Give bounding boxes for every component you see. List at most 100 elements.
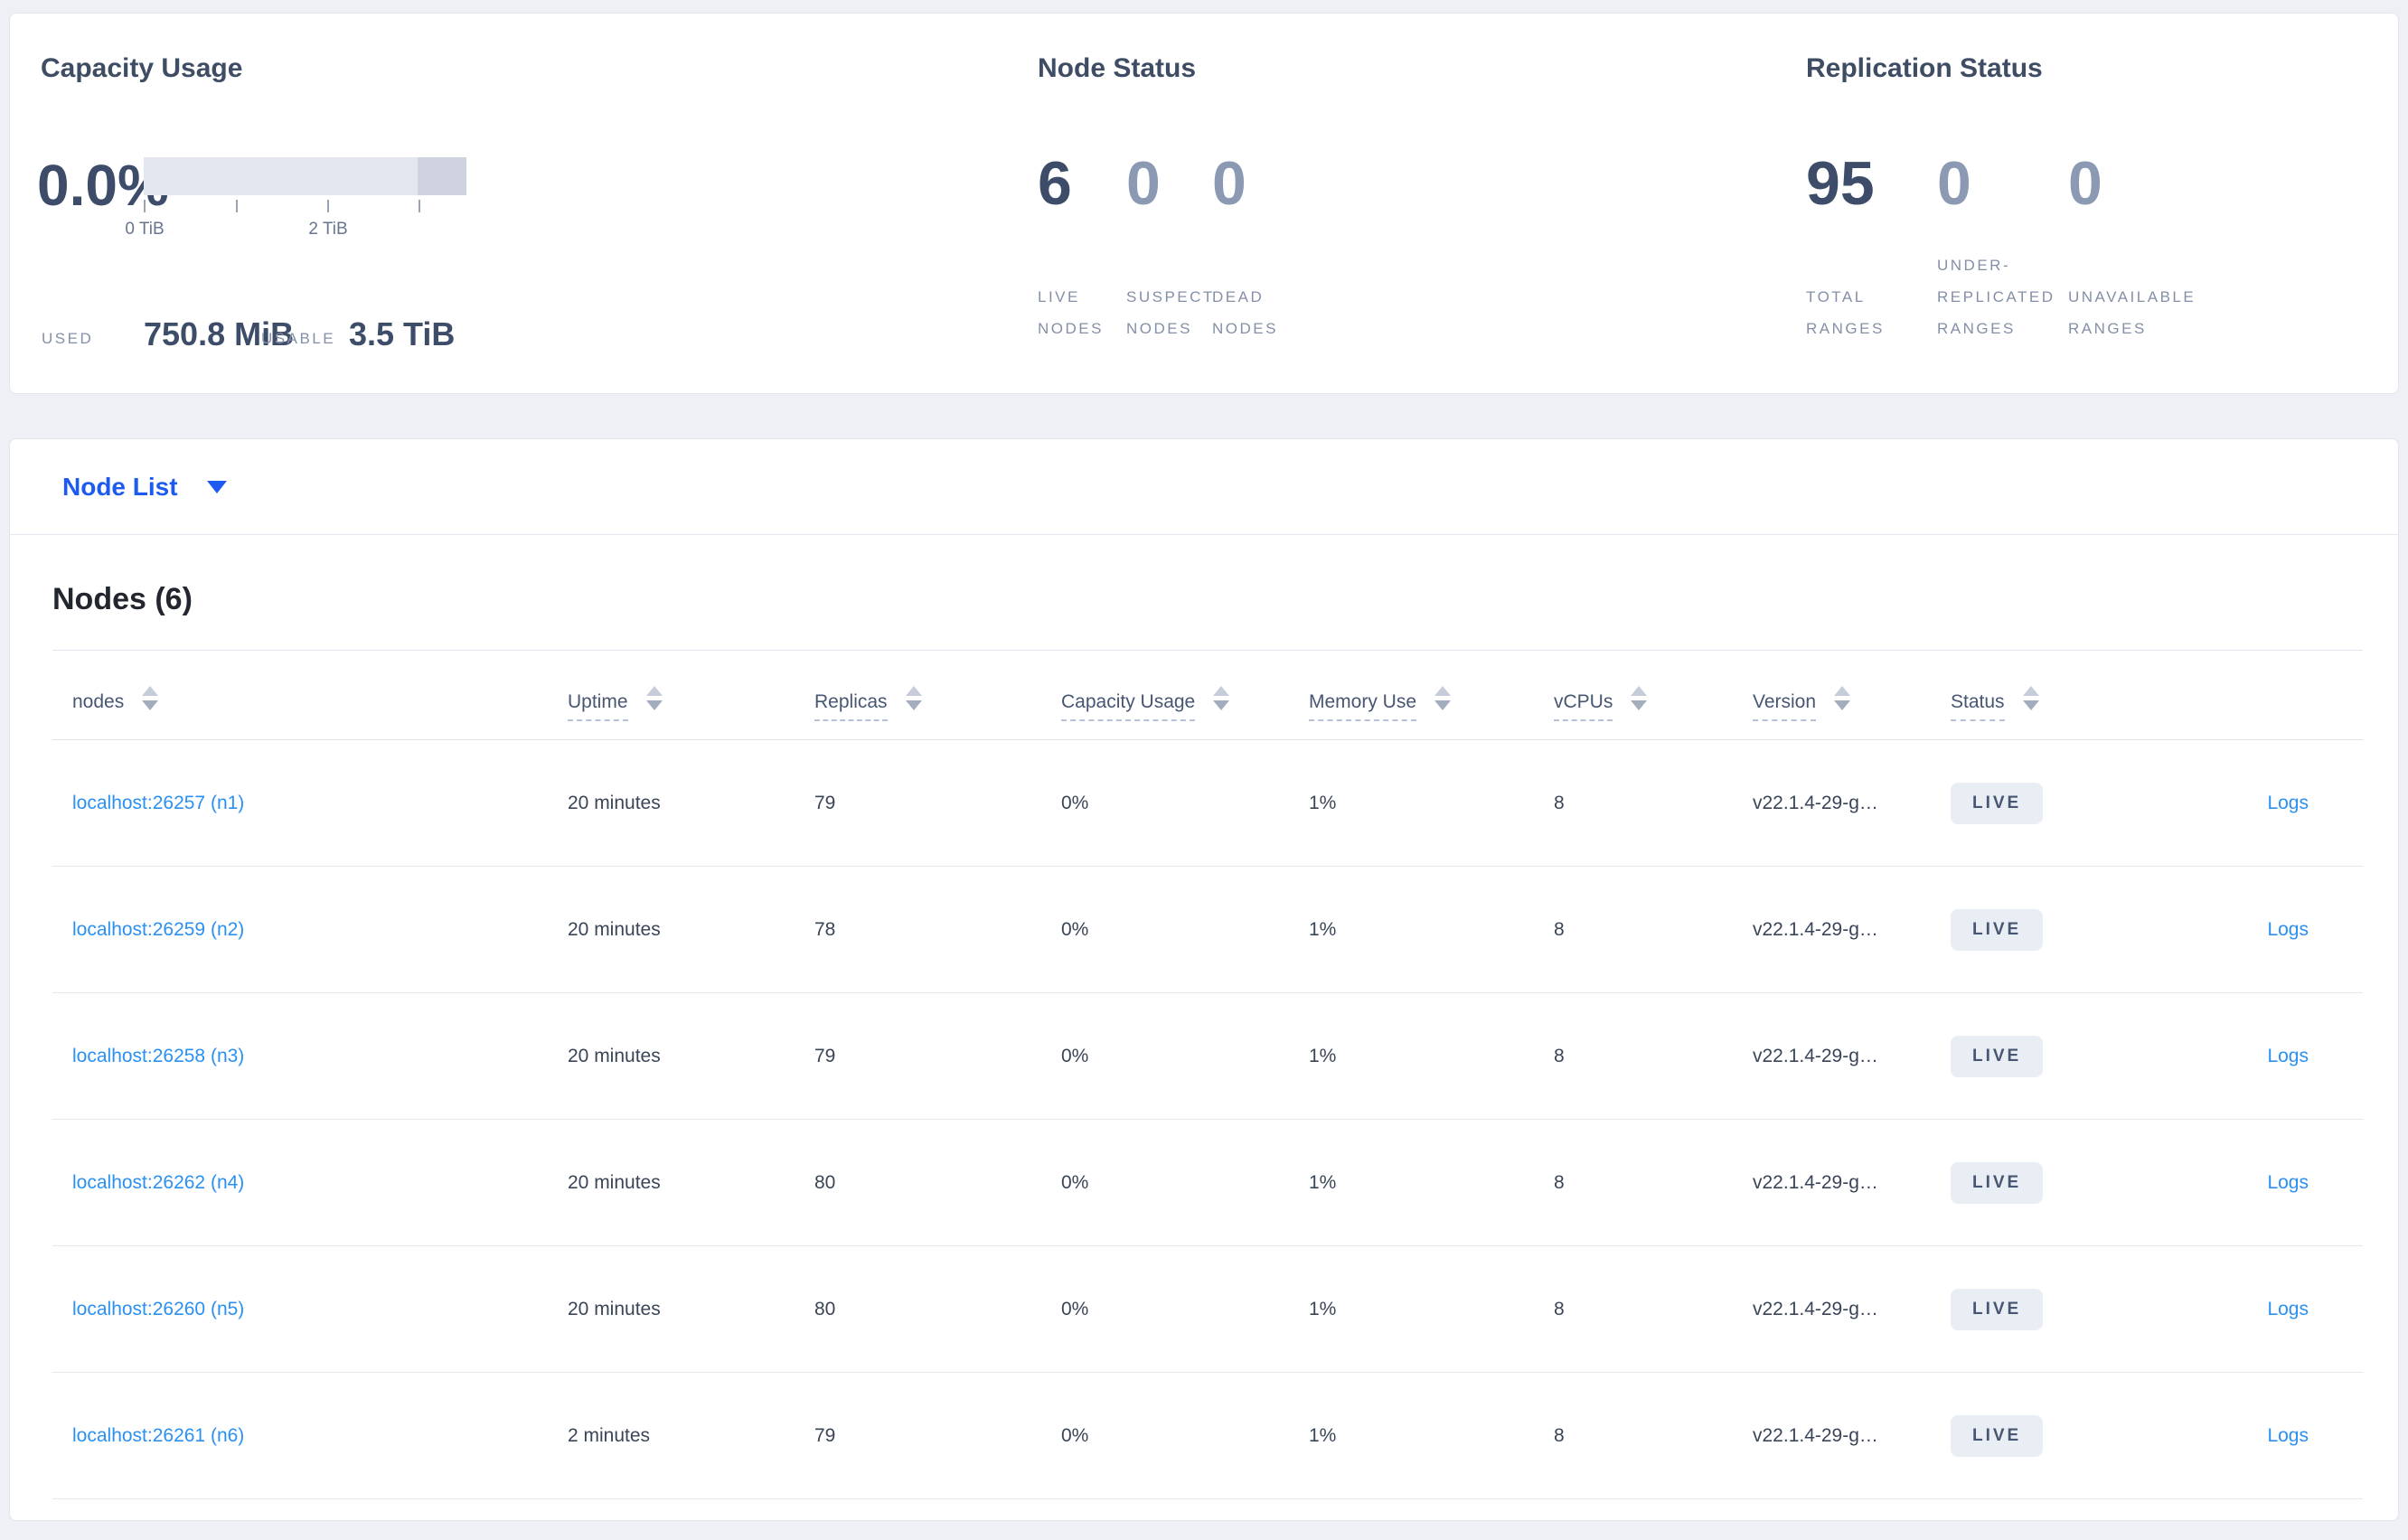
vcpus-cell: 8: [1554, 918, 1565, 940]
unavailable-ranges-label: UNAVAILABLE RANGES: [2068, 288, 2196, 337]
sort-icon[interactable]: [1631, 686, 1648, 710]
column-header-uptime[interactable]: Uptime: [568, 686, 814, 721]
vcpus-cell: 8: [1554, 1298, 1565, 1319]
uptime-cell: 20 minutes: [568, 792, 661, 813]
node-list-dropdown[interactable]: Node List: [10, 439, 2398, 535]
dead-nodes-label: DEAD NODES: [1212, 288, 1278, 337]
status-badge: LIVE: [1951, 782, 2044, 824]
uptime-cell: 20 minutes: [568, 918, 661, 940]
replicas-cell: 79: [814, 792, 836, 813]
column-header-memory-use[interactable]: Memory Use: [1309, 686, 1554, 721]
total-ranges-count: 95: [1806, 149, 1875, 218]
version-cell: v22.1.4-29-g…: [1753, 1424, 1878, 1446]
uptime-cell: 20 minutes: [568, 1045, 661, 1066]
logs-link[interactable]: Logs: [2267, 919, 2309, 940]
replicas-cell: 79: [814, 1045, 836, 1066]
table-row: localhost:26259 (n2) 20 minutes 78 0% 1%…: [52, 867, 2363, 993]
version-cell: v22.1.4-29-g…: [1753, 792, 1878, 813]
column-header-vcpus[interactable]: vCPUs: [1554, 686, 1753, 721]
status-badge: LIVE: [1951, 908, 2044, 951]
node-link[interactable]: localhost:26258 (n3): [72, 1046, 244, 1066]
suspect-nodes-label: SUSPECT NODES: [1126, 288, 1215, 337]
suspect-nodes-stat: 0 SUSPECT NODES: [1126, 149, 1215, 344]
capacity-axis-label-0: 0 TiB: [125, 220, 165, 239]
logs-link[interactable]: Logs: [2267, 1299, 2309, 1319]
sort-icon[interactable]: [1213, 686, 1230, 710]
logs-link[interactable]: Logs: [2267, 1172, 2309, 1193]
under-replicated-ranges-count: 0: [1937, 149, 1971, 218]
logs-link[interactable]: Logs: [2267, 793, 2309, 813]
capacity-cell: 0%: [1061, 1298, 1089, 1319]
capacity-usable-label: USABLE: [261, 330, 336, 347]
capacity-axis-tick: [236, 200, 238, 212]
column-header-status[interactable]: Status: [1951, 686, 2149, 721]
sort-icon[interactable]: [1434, 686, 1452, 710]
uptime-cell: 20 minutes: [568, 1171, 661, 1193]
vcpus-cell: 8: [1554, 1424, 1565, 1446]
capacity-cell: 0%: [1061, 792, 1089, 813]
capacity-axis-tick: [327, 200, 329, 212]
node-link[interactable]: localhost:26257 (n1): [72, 793, 244, 813]
capacity-cell: 0%: [1061, 1171, 1089, 1193]
logs-link[interactable]: Logs: [2267, 1046, 2309, 1066]
memory-cell: 1%: [1309, 918, 1337, 940]
column-header-nodes[interactable]: nodes: [52, 686, 568, 721]
logs-link[interactable]: Logs: [2267, 1425, 2309, 1446]
version-cell: v22.1.4-29-g…: [1753, 918, 1878, 940]
dead-nodes-stat: 0 DEAD NODES: [1212, 153, 1321, 344]
sort-icon[interactable]: [142, 686, 159, 710]
total-ranges-label: TOTAL RANGES: [1806, 288, 1885, 337]
node-link[interactable]: localhost:26261 (n6): [72, 1425, 244, 1446]
table-header-row: nodes Uptime Replicas Capacity Usage Mem…: [52, 651, 2363, 740]
chevron-down-icon: [206, 480, 227, 493]
version-cell: v22.1.4-29-g…: [1753, 1298, 1878, 1319]
under-replicated-ranges-stat: 0 UNDER- REPLICATED RANGES: [1937, 149, 2055, 344]
unavailable-ranges-stat: 0 UNAVAILABLE RANGES: [2068, 149, 2196, 344]
node-list-card: Node List Nodes (6) nodes Uptime Replica…: [9, 438, 2399, 1521]
uptime-cell: 2 minutes: [568, 1424, 651, 1446]
sort-icon[interactable]: [645, 686, 663, 710]
capacity-used-label: USED: [42, 330, 94, 347]
node-list-dropdown-label: Node List: [62, 472, 178, 501]
version-cell: v22.1.4-29-g…: [1753, 1045, 1878, 1066]
under-replicated-ranges-label: UNDER- REPLICATED RANGES: [1937, 257, 2055, 337]
replicas-cell: 79: [814, 1424, 836, 1446]
nodes-table-title: Nodes (6): [52, 582, 193, 616]
sort-icon[interactable]: [1834, 686, 1851, 710]
uptime-cell: 20 minutes: [568, 1298, 661, 1319]
replicas-cell: 80: [814, 1298, 836, 1319]
capacity-usable-value: 3.5 TiB: [349, 315, 456, 352]
node-link[interactable]: localhost:26259 (n2): [72, 919, 244, 940]
capacity-axis-tick: [419, 200, 420, 212]
cluster-summary-card: Capacity Usage 0.0% 0 TiB 2 TiB USED 750…: [9, 13, 2399, 394]
memory-cell: 1%: [1309, 792, 1337, 813]
memory-cell: 1%: [1309, 1171, 1337, 1193]
capacity-bar-end-segment: [418, 157, 466, 195]
capacity-axis-tick: [144, 200, 146, 212]
node-link[interactable]: localhost:26260 (n5): [72, 1299, 244, 1319]
replication-status-title: Replication Status: [1806, 53, 2043, 83]
version-cell: v22.1.4-29-g…: [1753, 1171, 1878, 1193]
table-row: localhost:26257 (n1) 20 minutes 79 0% 1%…: [52, 740, 2363, 867]
sort-icon[interactable]: [2022, 686, 2039, 710]
column-header-replicas[interactable]: Replicas: [814, 686, 1061, 721]
capacity-cell: 0%: [1061, 918, 1089, 940]
column-header-capacity-usage[interactable]: Capacity Usage: [1061, 686, 1309, 721]
suspect-nodes-count: 0: [1126, 149, 1161, 218]
memory-cell: 1%: [1309, 1424, 1337, 1446]
capacity-bar-chart: [144, 157, 466, 195]
live-nodes-label: LIVE NODES: [1038, 288, 1104, 337]
table-row: localhost:26262 (n4) 20 minutes 80 0% 1%…: [52, 1120, 2363, 1246]
capacity-usage-title: Capacity Usage: [41, 53, 243, 83]
memory-cell: 1%: [1309, 1045, 1337, 1066]
nodes-table: Nodes (6) nodes Uptime Replicas Capacity…: [10, 582, 2398, 1499]
live-nodes-stat: 6 LIVE NODES: [1038, 153, 1124, 344]
memory-cell: 1%: [1309, 1298, 1337, 1319]
capacity-axis-label-2: 2 TiB: [308, 220, 348, 239]
vcpus-cell: 8: [1554, 1045, 1565, 1066]
column-header-version[interactable]: Version: [1753, 686, 1951, 721]
node-link[interactable]: localhost:26262 (n4): [72, 1172, 244, 1193]
replicas-cell: 80: [814, 1171, 836, 1193]
unavailable-ranges-count: 0: [2068, 149, 2102, 218]
sort-icon[interactable]: [905, 686, 922, 710]
